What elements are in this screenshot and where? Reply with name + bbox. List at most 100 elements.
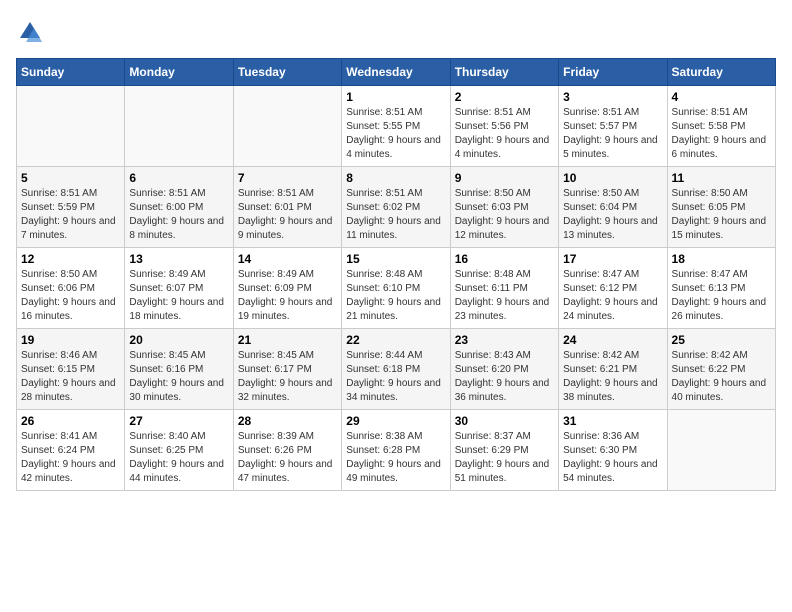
day-number: 1: [346, 90, 445, 104]
calendar-cell: 29Sunrise: 8:38 AM Sunset: 6:28 PM Dayli…: [342, 410, 450, 491]
day-number: 25: [672, 333, 771, 347]
day-info: Sunrise: 8:47 AM Sunset: 6:13 PM Dayligh…: [672, 268, 771, 324]
week-row-2: 5Sunrise: 8:51 AM Sunset: 5:59 PM Daylig…: [17, 167, 776, 248]
calendar-cell: 1 Sunrise: 8:51 AM Sunset: 5:55 PM Daylig…: [342, 86, 450, 167]
day-number: 19: [21, 333, 120, 347]
day-info: Sunrise: 8:44 AM Sunset: 6:18 PM Dayligh…: [346, 349, 445, 405]
calendar-cell: 3 Sunrise: 8:51 AM Sunset: 5:57 PM Daylig…: [559, 86, 667, 167]
day-info: Sunrise: 8:46 AM Sunset: 6:15 PM Dayligh…: [21, 349, 120, 405]
day-info: Sunrise: 8:51 AM Sunset: 5:56 PM Dayligh…: [455, 106, 554, 162]
day-number: 31: [563, 414, 662, 428]
calendar-header-row: SundayMondayTuesdayWednesdayThursdayFrid…: [17, 59, 776, 86]
day-info: Sunrise: 8:50 AM Sunset: 6:05 PM Dayligh…: [672, 187, 771, 243]
calendar-cell: 14Sunrise: 8:49 AM Sunset: 6:09 PM Dayli…: [233, 248, 341, 329]
day-info: Sunrise: 8:45 AM Sunset: 6:17 PM Dayligh…: [238, 349, 337, 405]
day-info: Sunrise: 8:41 AM Sunset: 6:24 PM Dayligh…: [21, 430, 120, 486]
day-info: Sunrise: 8:37 AM Sunset: 6:29 PM Dayligh…: [455, 430, 554, 486]
logo: [16, 16, 48, 46]
day-info: Sunrise: 8:51 AM Sunset: 5:58 PM Dayligh…: [672, 106, 771, 162]
day-info: Sunrise: 8:45 AM Sunset: 6:16 PM Dayligh…: [129, 349, 228, 405]
day-number: 12: [21, 252, 120, 266]
day-number: 3: [563, 90, 662, 104]
day-number: 14: [238, 252, 337, 266]
logo-icon: [16, 18, 44, 46]
calendar-cell: 17Sunrise: 8:47 AM Sunset: 6:12 PM Dayli…: [559, 248, 667, 329]
calendar-cell: 4 Sunrise: 8:51 AM Sunset: 5:58 PM Daylig…: [667, 86, 775, 167]
day-number: 6: [129, 171, 228, 185]
day-number: 21: [238, 333, 337, 347]
calendar-cell: 26 Sunrise: 8:41 AM Sunset: 6:24 PM Dayli…: [17, 410, 125, 491]
calendar-cell: [667, 410, 775, 491]
day-info: Sunrise: 8:38 AM Sunset: 6:28 PM Dayligh…: [346, 430, 445, 486]
day-number: 9: [455, 171, 554, 185]
calendar-cell: [125, 86, 233, 167]
col-header-monday: Monday: [125, 59, 233, 86]
calendar-cell: 8 Sunrise: 8:51 AM Sunset: 6:02 PM Daylig…: [342, 167, 450, 248]
day-number: 26: [21, 414, 120, 428]
day-number: 20: [129, 333, 228, 347]
calendar-cell: 6 Sunrise: 8:51 AM Sunset: 6:00 PM Daylig…: [125, 167, 233, 248]
day-number: 2: [455, 90, 554, 104]
day-number: 28: [238, 414, 337, 428]
col-header-tuesday: Tuesday: [233, 59, 341, 86]
day-number: 23: [455, 333, 554, 347]
calendar-cell: 19 Sunrise: 8:46 AM Sunset: 6:15 PM Dayli…: [17, 329, 125, 410]
week-row-4: 19 Sunrise: 8:46 AM Sunset: 6:15 PM Dayli…: [17, 329, 776, 410]
calendar-cell: 16Sunrise: 8:48 AM Sunset: 6:11 PM Dayli…: [450, 248, 558, 329]
day-info: Sunrise: 8:51 AM Sunset: 6:00 PM Dayligh…: [129, 187, 228, 243]
day-number: 4: [672, 90, 771, 104]
col-header-thursday: Thursday: [450, 59, 558, 86]
calendar-cell: 27 Sunrise: 8:40 AM Sunset: 6:25 PM Dayli…: [125, 410, 233, 491]
col-header-sunday: Sunday: [17, 59, 125, 86]
day-info: Sunrise: 8:49 AM Sunset: 6:07 PM Dayligh…: [129, 268, 228, 324]
day-number: 7: [238, 171, 337, 185]
day-info: Sunrise: 8:42 AM Sunset: 6:22 PM Dayligh…: [672, 349, 771, 405]
col-header-saturday: Saturday: [667, 59, 775, 86]
day-number: 22: [346, 333, 445, 347]
day-number: 24: [563, 333, 662, 347]
calendar-cell: 9Sunrise: 8:50 AM Sunset: 6:03 PM Daylig…: [450, 167, 558, 248]
page-header: [16, 16, 776, 46]
calendar-cell: 22 Sunrise: 8:44 AM Sunset: 6:18 PM Dayli…: [342, 329, 450, 410]
day-number: 8: [346, 171, 445, 185]
col-header-wednesday: Wednesday: [342, 59, 450, 86]
calendar-cell: 11 Sunrise: 8:50 AM Sunset: 6:05 PM Dayli…: [667, 167, 775, 248]
day-number: 30: [455, 414, 554, 428]
day-info: Sunrise: 8:48 AM Sunset: 6:10 PM Dayligh…: [346, 268, 445, 324]
week-row-5: 26 Sunrise: 8:41 AM Sunset: 6:24 PM Dayli…: [17, 410, 776, 491]
day-number: 27: [129, 414, 228, 428]
day-number: 15: [346, 252, 445, 266]
day-info: Sunrise: 8:51 AM Sunset: 6:01 PM Dayligh…: [238, 187, 337, 243]
calendar-cell: 25 Sunrise: 8:42 AM Sunset: 6:22 PM Dayli…: [667, 329, 775, 410]
week-row-3: 12 Sunrise: 8:50 AM Sunset: 6:06 PM Dayli…: [17, 248, 776, 329]
calendar-cell: 18 Sunrise: 8:47 AM Sunset: 6:13 PM Dayli…: [667, 248, 775, 329]
day-number: 16: [455, 252, 554, 266]
col-header-friday: Friday: [559, 59, 667, 86]
day-number: 18: [672, 252, 771, 266]
calendar-cell: 28 Sunrise: 8:39 AM Sunset: 6:26 PM Dayli…: [233, 410, 341, 491]
day-info: Sunrise: 8:50 AM Sunset: 6:06 PM Dayligh…: [21, 268, 120, 324]
day-info: Sunrise: 8:51 AM Sunset: 5:59 PM Dayligh…: [21, 187, 120, 243]
day-number: 11: [672, 171, 771, 185]
week-row-1: 1 Sunrise: 8:51 AM Sunset: 5:55 PM Daylig…: [17, 86, 776, 167]
day-info: Sunrise: 8:36 AM Sunset: 6:30 PM Dayligh…: [563, 430, 662, 486]
calendar-cell: 15 Sunrise: 8:48 AM Sunset: 6:10 PM Dayli…: [342, 248, 450, 329]
calendar-cell: 31 Sunrise: 8:36 AM Sunset: 6:30 PM Dayli…: [559, 410, 667, 491]
calendar-cell: [233, 86, 341, 167]
day-info: Sunrise: 8:42 AM Sunset: 6:21 PM Dayligh…: [563, 349, 662, 405]
day-info: Sunrise: 8:51 AM Sunset: 5:55 PM Dayligh…: [346, 106, 445, 162]
day-number: 17: [563, 252, 662, 266]
calendar-cell: 12 Sunrise: 8:50 AM Sunset: 6:06 PM Dayli…: [17, 248, 125, 329]
day-info: Sunrise: 8:51 AM Sunset: 6:02 PM Dayligh…: [346, 187, 445, 243]
day-info: Sunrise: 8:39 AM Sunset: 6:26 PM Dayligh…: [238, 430, 337, 486]
calendar-cell: 7 Sunrise: 8:51 AM Sunset: 6:01 PM Daylig…: [233, 167, 341, 248]
calendar-cell: 23Sunrise: 8:43 AM Sunset: 6:20 PM Dayli…: [450, 329, 558, 410]
calendar-cell: 24 Sunrise: 8:42 AM Sunset: 6:21 PM Dayli…: [559, 329, 667, 410]
calendar-cell: 2 Sunrise: 8:51 AM Sunset: 5:56 PM Daylig…: [450, 86, 558, 167]
day-info: Sunrise: 8:40 AM Sunset: 6:25 PM Dayligh…: [129, 430, 228, 486]
calendar-cell: 20 Sunrise: 8:45 AM Sunset: 6:16 PM Dayli…: [125, 329, 233, 410]
day-info: Sunrise: 8:50 AM Sunset: 6:04 PM Dayligh…: [563, 187, 662, 243]
calendar-cell: 21 Sunrise: 8:45 AM Sunset: 6:17 PM Dayli…: [233, 329, 341, 410]
day-info: Sunrise: 8:51 AM Sunset: 5:57 PM Dayligh…: [563, 106, 662, 162]
calendar-cell: 5Sunrise: 8:51 AM Sunset: 5:59 PM Daylig…: [17, 167, 125, 248]
